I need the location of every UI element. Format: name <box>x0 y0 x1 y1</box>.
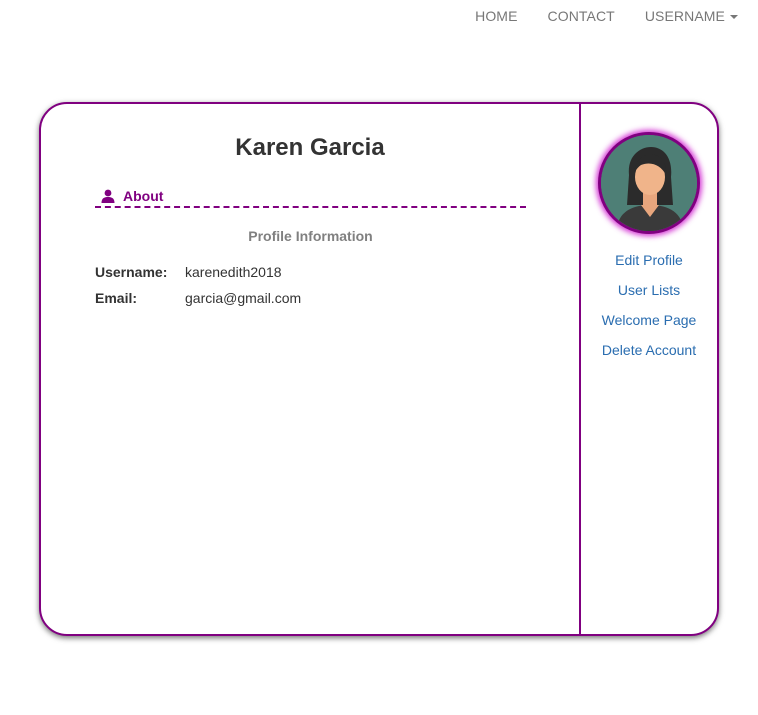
nav-username-dropdown[interactable]: USERNAME <box>645 8 738 24</box>
sidebar-links: Edit Profile User Lists Welcome Page Del… <box>581 250 717 370</box>
email-row: Email: garcia@gmail.com <box>95 290 301 306</box>
user-icon <box>101 189 115 203</box>
username-value: karenedith2018 <box>185 264 282 280</box>
top-navbar: HOME CONTACT USERNAME <box>445 0 758 32</box>
nav-home-link[interactable]: HOME <box>475 8 517 24</box>
profile-name: Karen Garcia <box>235 134 385 161</box>
caret-down-icon <box>730 15 738 20</box>
profile-info-title: Profile Information <box>248 228 373 244</box>
avatar <box>598 132 700 234</box>
female-avatar-icon <box>601 135 697 231</box>
about-header: About <box>95 186 526 208</box>
email-value: garcia@gmail.com <box>185 290 302 306</box>
user-lists-link[interactable]: User Lists <box>581 280 717 310</box>
email-label: Email: <box>95 290 138 306</box>
profile-card: Karen Garcia About Profile Information U… <box>39 102 719 636</box>
username-row: Username: karenedith2018 <box>95 264 282 280</box>
nav-contact-link[interactable]: CONTACT <box>548 8 615 24</box>
delete-account-link[interactable]: Delete Account <box>581 340 717 370</box>
welcome-page-link[interactable]: Welcome Page <box>581 310 717 340</box>
username-label: Username: <box>95 264 168 280</box>
about-label: About <box>123 188 164 204</box>
edit-profile-link[interactable]: Edit Profile <box>581 250 717 280</box>
nav-username-label: USERNAME <box>644 8 725 24</box>
